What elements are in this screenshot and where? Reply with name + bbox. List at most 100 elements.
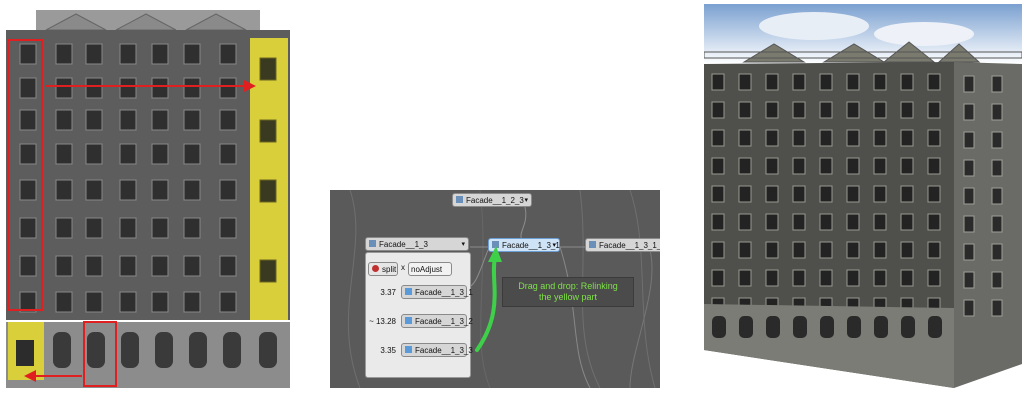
side-window xyxy=(991,75,1003,93)
window xyxy=(119,291,137,313)
window xyxy=(738,129,752,147)
arch-window xyxy=(155,332,173,368)
window xyxy=(85,77,103,99)
node-graph-editor[interactable]: Facade__1_2_3 ▾ Facade__1_3 ▾ split x no… xyxy=(330,190,660,388)
window xyxy=(711,269,725,287)
window xyxy=(119,255,137,277)
window xyxy=(765,213,779,231)
window xyxy=(873,241,887,259)
window xyxy=(55,255,73,277)
window xyxy=(183,77,201,99)
arch-window xyxy=(223,332,241,368)
window xyxy=(55,179,73,201)
window xyxy=(711,101,725,119)
arch-window xyxy=(901,316,915,338)
window xyxy=(792,241,806,259)
arch-window xyxy=(121,332,139,368)
window xyxy=(900,213,914,231)
window xyxy=(819,73,833,91)
window xyxy=(792,101,806,119)
window xyxy=(900,241,914,259)
window xyxy=(219,77,237,99)
window xyxy=(55,143,73,165)
window xyxy=(792,157,806,175)
window xyxy=(846,241,860,259)
window xyxy=(711,157,725,175)
window xyxy=(119,179,137,201)
window xyxy=(711,185,725,203)
green-arrow-icon xyxy=(475,246,502,352)
window xyxy=(151,217,169,239)
window xyxy=(19,179,37,201)
side-window xyxy=(991,215,1003,233)
window xyxy=(900,157,914,175)
window xyxy=(711,129,725,147)
window xyxy=(183,43,201,65)
window xyxy=(927,157,941,175)
building-3d-render xyxy=(703,4,1023,388)
building-drawing xyxy=(703,4,1023,388)
window xyxy=(85,109,103,131)
window xyxy=(927,185,941,203)
window xyxy=(219,109,237,131)
window xyxy=(183,143,201,165)
window xyxy=(219,291,237,313)
window xyxy=(219,255,237,277)
window xyxy=(765,269,779,287)
cloud xyxy=(759,12,869,40)
window xyxy=(792,185,806,203)
window xyxy=(151,109,169,131)
arch-window xyxy=(793,316,807,338)
window xyxy=(792,73,806,91)
window xyxy=(900,129,914,147)
window xyxy=(846,73,860,91)
window xyxy=(738,101,752,119)
window xyxy=(819,185,833,203)
yellow-window xyxy=(259,119,277,143)
window xyxy=(219,217,237,239)
side-window xyxy=(991,271,1003,289)
window xyxy=(765,129,779,147)
window xyxy=(873,101,887,119)
facade-wall xyxy=(6,30,290,320)
window xyxy=(85,43,103,65)
window xyxy=(219,179,237,201)
window xyxy=(119,217,137,239)
side-window xyxy=(963,187,975,205)
window xyxy=(19,109,37,131)
window xyxy=(183,109,201,131)
window xyxy=(792,129,806,147)
window xyxy=(183,291,201,313)
window xyxy=(765,157,779,175)
window xyxy=(819,101,833,119)
window xyxy=(765,101,779,119)
window xyxy=(55,291,73,313)
window xyxy=(873,269,887,287)
yellow-window xyxy=(259,259,277,283)
window xyxy=(846,129,860,147)
window xyxy=(19,77,37,99)
window xyxy=(151,143,169,165)
window xyxy=(151,77,169,99)
window xyxy=(819,129,833,147)
arch-window xyxy=(53,332,71,368)
side-window xyxy=(991,187,1003,205)
arch-window xyxy=(766,316,780,338)
window xyxy=(85,143,103,165)
window xyxy=(873,73,887,91)
window xyxy=(151,291,169,313)
side-window xyxy=(963,243,975,261)
window xyxy=(846,185,860,203)
window xyxy=(927,213,941,231)
side-window xyxy=(963,271,975,289)
arch-window xyxy=(259,332,277,368)
window xyxy=(738,269,752,287)
arch-window xyxy=(820,316,834,338)
window xyxy=(846,213,860,231)
arch-window xyxy=(874,316,888,338)
window xyxy=(873,185,887,203)
side-window xyxy=(963,75,975,93)
window xyxy=(85,255,103,277)
window xyxy=(55,217,73,239)
window xyxy=(738,185,752,203)
